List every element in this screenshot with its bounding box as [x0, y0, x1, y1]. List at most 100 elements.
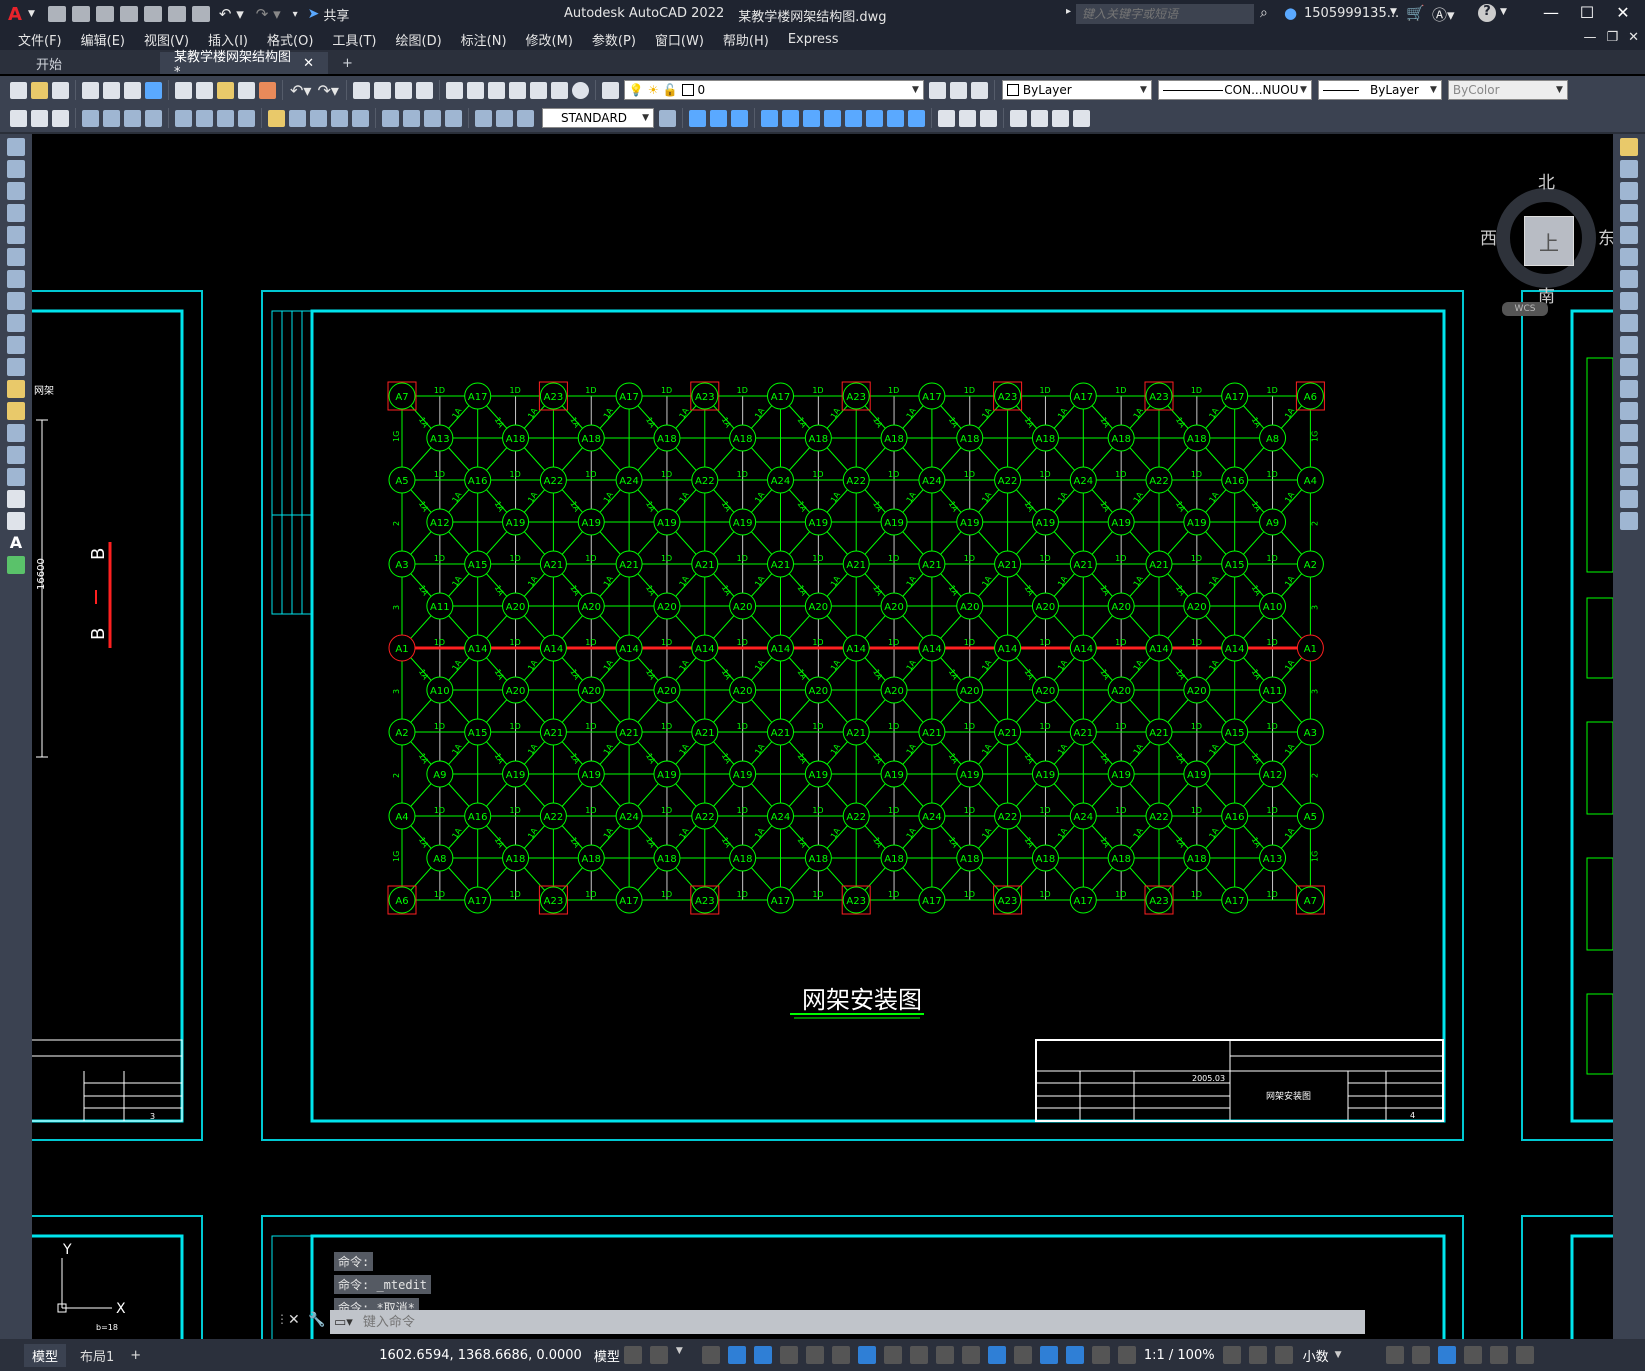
calculator-icon[interactable]	[550, 81, 568, 99]
copy-icon[interactable]	[196, 81, 213, 99]
wcs-menu[interactable]: WCS	[1502, 302, 1548, 316]
scale-icon[interactable]	[1620, 292, 1638, 310]
lineweight-dropdown[interactable]: ByLayer ▼	[1317, 80, 1442, 100]
aligned-dim-icon[interactable]	[103, 109, 120, 127]
workspace-switch-icon[interactable]	[1222, 1346, 1241, 1364]
ordinate-dim-icon[interactable]	[145, 109, 162, 127]
command-close-icon[interactable]: ✕	[288, 1312, 300, 1328]
redo-icon[interactable]: ↷ ▾	[256, 5, 281, 23]
annotation-scale-value[interactable]: 1:1 / 100%	[1144, 1348, 1215, 1363]
tab-drawing[interactable]: 某教学楼网架结构图* ✕	[160, 50, 328, 80]
move-faces-icon[interactable]	[782, 109, 799, 127]
search-icon[interactable]: ⌕	[1260, 5, 1268, 21]
save-icon[interactable]	[95, 6, 114, 22]
annotation-monitor-icon[interactable]	[1248, 1346, 1267, 1364]
menu-tools[interactable]: 工具(T)	[332, 30, 376, 49]
command-line-handle[interactable]: ⋮	[276, 1312, 288, 1326]
make-current-icon[interactable]	[928, 81, 946, 99]
rectangle-icon[interactable]	[7, 226, 25, 244]
units-icon[interactable]	[1274, 1346, 1293, 1364]
separate-icon[interactable]	[980, 109, 997, 127]
add-selected-icon[interactable]	[7, 556, 25, 574]
layer-states-icon[interactable]	[970, 81, 988, 99]
check-icon[interactable]	[1031, 109, 1048, 127]
polar-tracking-icon[interactable]	[779, 1346, 798, 1364]
layer-previous-icon[interactable]	[949, 81, 967, 99]
menu-express[interactable]: Express	[788, 32, 839, 47]
extend-icon[interactable]	[1620, 358, 1638, 376]
command-prompt-icon[interactable]: ▭▾	[334, 1315, 353, 1330]
match-properties-icon[interactable]	[238, 81, 255, 99]
subtract-icon[interactable]	[710, 109, 727, 127]
hardware-accel-icon[interactable]	[1463, 1346, 1482, 1364]
help-tb-icon[interactable]	[571, 81, 589, 99]
cut-icon[interactable]	[175, 81, 192, 99]
stretch-icon[interactable]	[1620, 314, 1638, 332]
dynamic-ucs-icon[interactable]	[987, 1346, 1006, 1364]
layer-lock-icon[interactable]: 🔓	[663, 83, 678, 97]
zoom-window-icon[interactable]	[394, 81, 412, 99]
new-tab-button[interactable]: +	[328, 52, 367, 74]
region-icon[interactable]	[7, 490, 25, 508]
join-icon[interactable]	[1620, 424, 1638, 442]
layer-properties-icon[interactable]	[601, 81, 619, 99]
print-preview-icon[interactable]	[103, 81, 120, 99]
diameter-dim-icon[interactable]	[217, 109, 234, 127]
compass-north[interactable]: 北	[1538, 168, 1555, 193]
help-chevron-icon[interactable]: ▼	[1500, 7, 1507, 17]
command-customize-icon[interactable]: 🔧	[308, 1312, 325, 1328]
isolate-objects-icon[interactable]	[1437, 1346, 1456, 1364]
intersect-icon[interactable]	[731, 109, 748, 127]
hatch-icon[interactable]	[7, 446, 25, 464]
redo-tb-icon[interactable]: ↷▾	[317, 81, 338, 100]
dynamic-input-icon[interactable]	[727, 1346, 746, 1364]
drawing-canvas[interactable]: 网架 16600 B B 3 2005.03 网架安装图 4 网架安装图 Y X…	[32, 134, 1613, 1339]
copy-faces-icon[interactable]	[887, 109, 904, 127]
delete-faces-icon[interactable]	[824, 109, 841, 127]
user-icon[interactable]: ●	[1284, 4, 1297, 22]
search-field[interactable]	[1080, 6, 1254, 22]
angular-dim-icon[interactable]	[238, 109, 255, 127]
array-icon[interactable]	[1620, 226, 1638, 244]
object-snap-icon[interactable]	[857, 1346, 876, 1364]
chamfer-icon[interactable]	[1620, 446, 1638, 464]
save-as-icon[interactable]	[119, 6, 138, 22]
clean-screen-icon[interactable]	[1489, 1346, 1508, 1364]
layer-thaw-icon[interactable]: ☀	[648, 83, 659, 97]
cart-icon[interactable]: 🛒	[1406, 4, 1425, 22]
viewcube-face[interactable]: 上	[1524, 216, 1574, 266]
baseline-dim-icon[interactable]	[289, 109, 306, 127]
autodesk-a360-icon[interactable]: Ⓐ▾	[1432, 4, 1455, 25]
circle-icon[interactable]	[7, 270, 25, 288]
extrude-faces-icon[interactable]	[761, 109, 778, 127]
polygon-icon[interactable]	[7, 204, 25, 222]
transparency-icon[interactable]	[909, 1346, 928, 1364]
spline-icon[interactable]	[7, 314, 25, 332]
jogged-dim-icon[interactable]	[196, 109, 213, 127]
properties-icon[interactable]	[445, 81, 463, 99]
erase-icon[interactable]	[1620, 138, 1638, 156]
dim-update-icon[interactable]	[517, 109, 534, 127]
tab-start[interactable]: 开始	[22, 52, 160, 74]
explode-icon[interactable]	[1620, 512, 1638, 530]
doc-close-icon[interactable]: ✕	[1628, 30, 1639, 45]
section-icon[interactable]	[1073, 109, 1090, 127]
mirror-icon[interactable]	[1620, 182, 1638, 200]
lock-ui-icon[interactable]	[1411, 1346, 1430, 1364]
dim-edit-icon[interactable]	[475, 109, 492, 127]
zoom-realtime-icon[interactable]	[373, 81, 391, 99]
break-icon[interactable]	[1620, 402, 1638, 420]
menu-window[interactable]: 窗口(W)	[655, 30, 704, 49]
continue-dim-icon[interactable]	[310, 109, 327, 127]
menu-help[interactable]: 帮助(H)	[723, 30, 769, 49]
selection-filter-icon[interactable]	[1013, 1346, 1032, 1364]
jogged-linear-icon[interactable]	[445, 109, 462, 127]
insert-block-icon[interactable]	[7, 380, 25, 398]
rotate-icon[interactable]	[1620, 270, 1638, 288]
slice-icon[interactable]	[1052, 109, 1069, 127]
offset-faces-icon[interactable]	[803, 109, 820, 127]
coordinates-readout[interactable]: 1602.6594, 1368.6686, 0.0000	[379, 1348, 582, 1363]
drawing-svg[interactable]: 网架 16600 B B 3 2005.03 网架安装图 4 网架安装图 Y X…	[32, 134, 1613, 1339]
snap-chevron-icon[interactable]: ▼	[676, 1346, 694, 1364]
search-input[interactable]	[1076, 4, 1254, 24]
